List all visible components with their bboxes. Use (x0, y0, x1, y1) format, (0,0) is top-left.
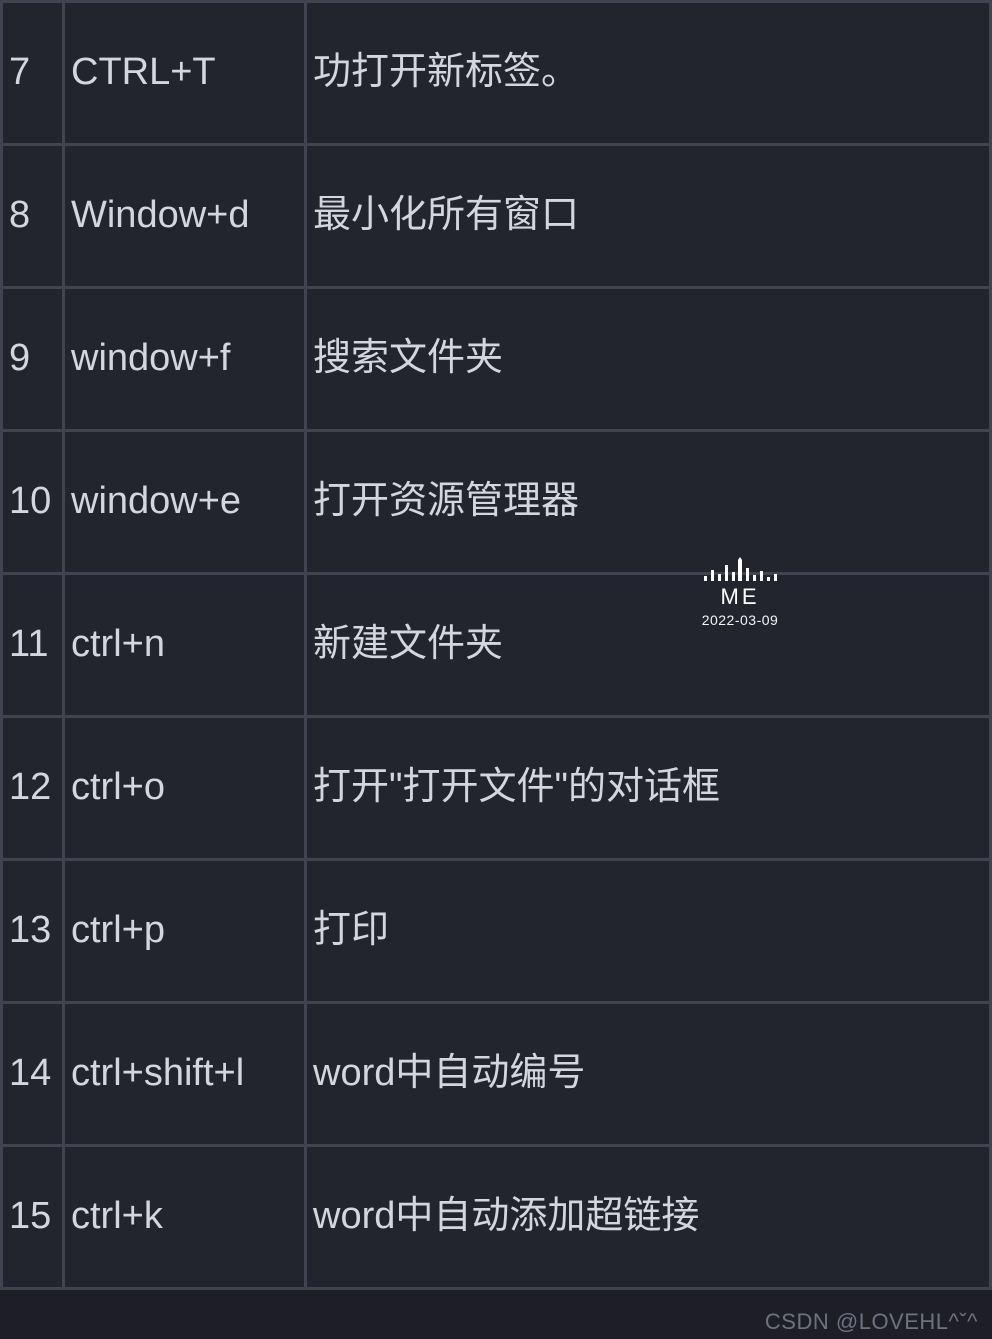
row-description: 新建文件夹 (306, 574, 991, 717)
row-number: 11 (2, 574, 64, 717)
row-shortcut: Window+d (64, 145, 306, 288)
row-description: word中自动编号 (306, 1003, 991, 1146)
row-shortcut: window+f (64, 288, 306, 431)
row-description: word中自动添加超链接 (306, 1146, 991, 1289)
row-number: 7 (2, 2, 64, 145)
row-number: 8 (2, 145, 64, 288)
table-row: 15 ctrl+k word中自动添加超链接 (2, 1146, 991, 1289)
row-number: 14 (2, 1003, 64, 1146)
row-description: 搜索文件夹 (306, 288, 991, 431)
row-shortcut: ctrl+shift+l (64, 1003, 306, 1146)
row-number: 10 (2, 431, 64, 574)
row-description: 打印 (306, 860, 991, 1003)
table-row: 13 ctrl+p 打印 (2, 860, 991, 1003)
table-row: 10 window+e 打开资源管理器 (2, 431, 991, 574)
row-shortcut: window+e (64, 431, 306, 574)
row-shortcut: CTRL+T (64, 2, 306, 145)
row-description: 最小化所有窗口 (306, 145, 991, 288)
row-shortcut: ctrl+k (64, 1146, 306, 1289)
row-shortcut: ctrl+n (64, 574, 306, 717)
footer-credit: CSDN @LOVEHL^ˇ^ (765, 1309, 978, 1335)
row-shortcut: ctrl+p (64, 860, 306, 1003)
row-description: 功打开新标签。 (306, 2, 991, 145)
row-description: 打开"打开文件"的对话框 (306, 717, 991, 860)
table-row: 7 CTRL+T 功打开新标签。 (2, 2, 991, 145)
row-number: 12 (2, 717, 64, 860)
row-number: 9 (2, 288, 64, 431)
row-number: 15 (2, 1146, 64, 1289)
row-number: 13 (2, 860, 64, 1003)
table-row: 9 window+f 搜索文件夹 (2, 288, 991, 431)
shortcut-table: 7 CTRL+T 功打开新标签。 8 Window+d 最小化所有窗口 9 wi… (0, 0, 992, 1290)
table-row: 8 Window+d 最小化所有窗口 (2, 145, 991, 288)
row-description: 打开资源管理器 (306, 431, 991, 574)
table-row: 12 ctrl+o 打开"打开文件"的对话框 (2, 717, 991, 860)
row-shortcut: ctrl+o (64, 717, 306, 860)
table-row: 11 ctrl+n 新建文件夹 (2, 574, 991, 717)
table-row: 14 ctrl+shift+l word中自动编号 (2, 1003, 991, 1146)
